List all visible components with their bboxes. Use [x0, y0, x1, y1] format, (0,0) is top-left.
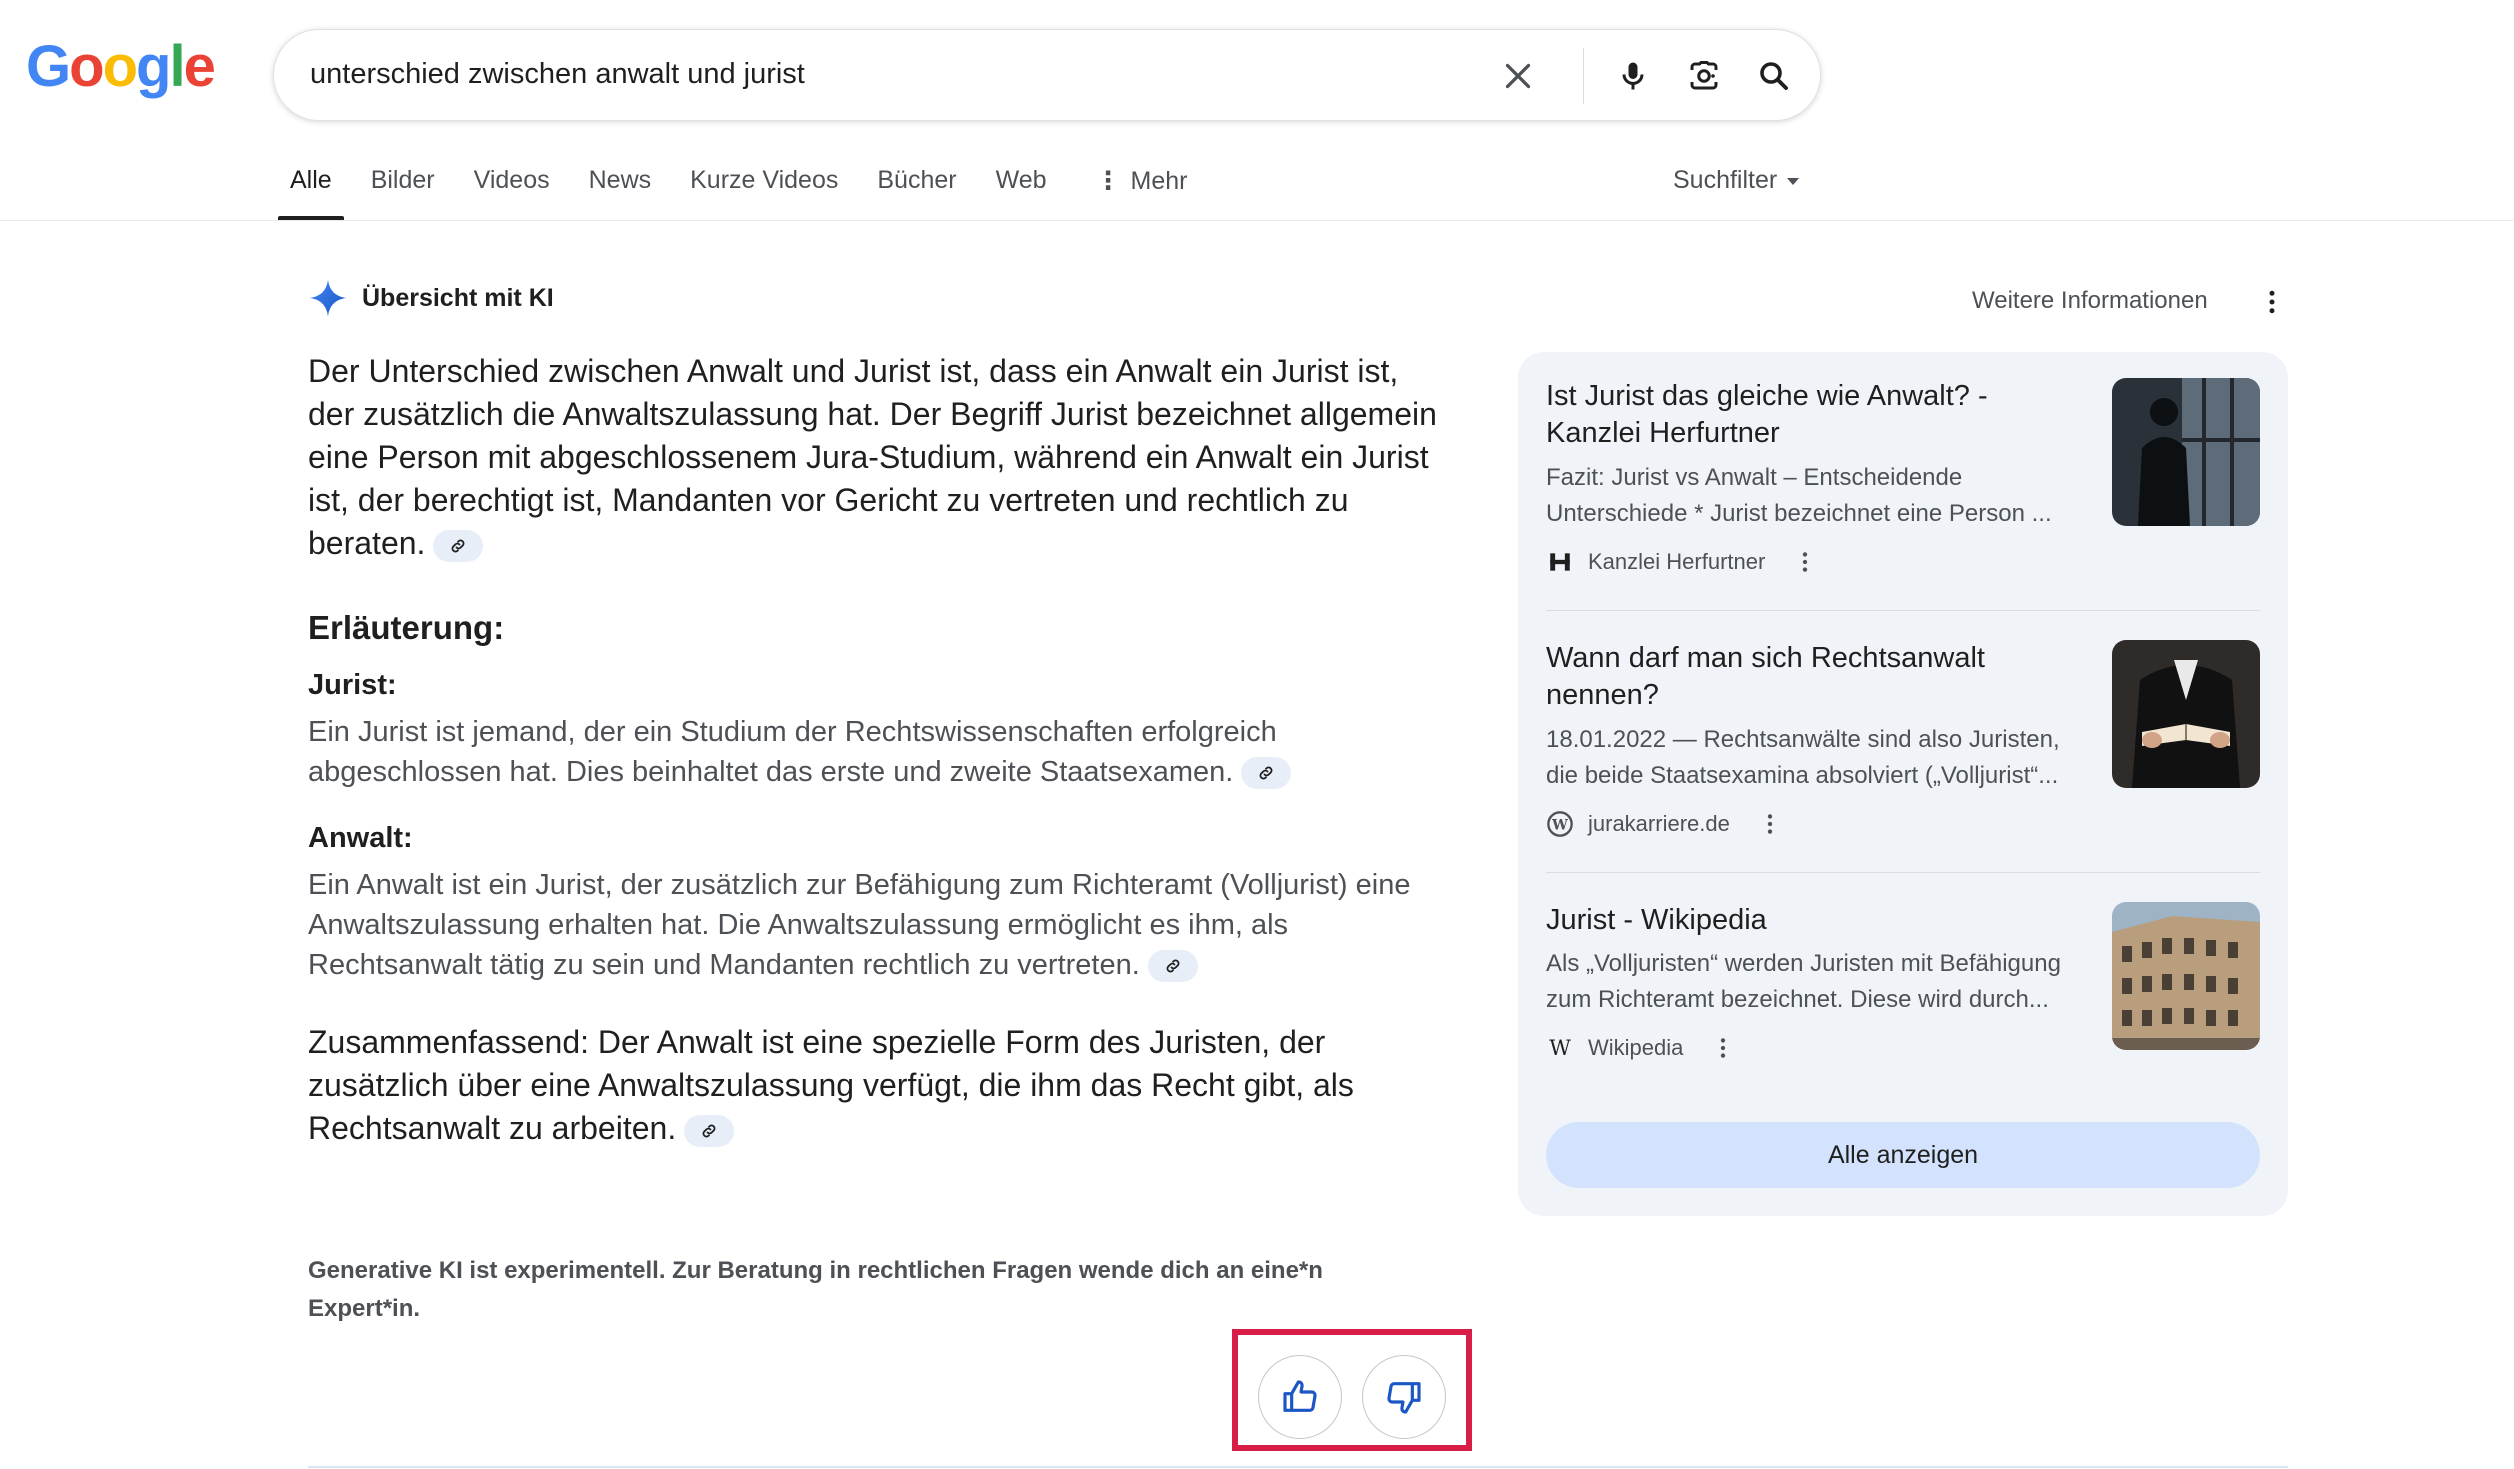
- show-all-button[interactable]: Alle anzeigen: [1546, 1122, 2260, 1188]
- more-info-link[interactable]: Weitere Informationen: [1972, 287, 2208, 315]
- source-meta: Kanzlei Herfurtner: [1546, 548, 1819, 576]
- source-thumbnail-building[interactable]: [2112, 902, 2260, 1050]
- link-icon: [1166, 959, 1180, 973]
- more-vert-icon[interactable]: [1709, 1034, 1737, 1062]
- suchfilter-label: Suchfilter: [1673, 166, 1778, 194]
- source-card[interactable]: Jurist - Wikipedia Als „Volljuristen“ we…: [1546, 902, 2260, 1102]
- source-snippet: 18.01.2022 — Rechtsanwälte sind also Jur…: [1546, 726, 2060, 789]
- sources-panel: Ist Jurist das gleiche wie Anwalt? - Kan…: [1518, 352, 2288, 1216]
- sparkle-icon: [309, 279, 347, 317]
- anwalt-heading: Anwalt:: [308, 822, 413, 854]
- ai-overview-body: Der Unterschied zwischen Anwalt und Juri…: [308, 350, 1448, 1150]
- source-divider: [1546, 610, 2260, 611]
- source-card[interactable]: Wann darf man sich Rechtsanwalt nennen? …: [1546, 640, 2260, 840]
- camera-lens-icon[interactable]: [1682, 54, 1726, 98]
- google-logo[interactable]: Google: [26, 38, 216, 96]
- header-divider: [0, 220, 2514, 221]
- search-tabs: Alle Bilder Videos News Kurze Videos Büc…: [278, 140, 1227, 220]
- clear-icon[interactable]: [1496, 54, 1540, 98]
- tab-alle[interactable]: Alle: [278, 140, 344, 220]
- ai-lead-paragraph: Der Unterschied zwischen Anwalt und Juri…: [308, 350, 1448, 565]
- link-icon: [702, 1124, 716, 1137]
- ai-lead-text: Der Unterschied zwischen Anwalt und Juri…: [308, 353, 1437, 561]
- jurist-text: Ein Jurist ist jemand, der ein Studium d…: [308, 716, 1277, 788]
- thumbs-down-icon: [1387, 1382, 1421, 1414]
- tab-buecher[interactable]: Bücher: [877, 140, 956, 220]
- more-vert-icon: ⋮: [1095, 167, 1121, 195]
- link-icon: [1259, 766, 1273, 780]
- search-icon[interactable]: [1752, 54, 1796, 98]
- svg-text:W: W: [1549, 1036, 1571, 1060]
- suchfilter-button[interactable]: Suchfilter: [1673, 166, 1800, 195]
- search-separator: [1583, 48, 1584, 104]
- source-title[interactable]: Wann darf man sich Rechtsanwalt nennen?: [1546, 640, 2086, 714]
- source-title[interactable]: Ist Jurist das gleiche wie Anwalt? - Kan…: [1546, 378, 2086, 452]
- link-icon: [452, 539, 465, 552]
- source-site: Kanzlei Herfurtner: [1588, 549, 1766, 574]
- tab-mehr-label: Mehr: [1130, 167, 1188, 195]
- tab-news[interactable]: News: [589, 140, 652, 220]
- caret-down-icon: [1787, 177, 1800, 185]
- source-link-chip[interactable]: [433, 529, 484, 562]
- ai-overview-header: Übersicht mit KI: [308, 278, 554, 318]
- tab-mehr[interactable]: ⋮ Mehr: [1096, 140, 1188, 220]
- wordpress-favicon-icon: W: [1546, 810, 1574, 838]
- source-site: Wikipedia: [1588, 1035, 1684, 1060]
- ai-disclaimer: Generative KI ist experimentell. Zur Ber…: [308, 1257, 1323, 1322]
- summary-text: Zusammenfassend: Der Anwalt ist eine spe…: [308, 1024, 1354, 1146]
- source-card[interactable]: Ist Jurist das gleiche wie Anwalt? - Kan…: [1546, 378, 2260, 578]
- thumbs-down-button[interactable]: [1362, 1355, 1446, 1439]
- anwalt-text: Ein Anwalt ist ein Jurist, der zusätzlic…: [308, 869, 1411, 981]
- source-link-chip[interactable]: [1241, 757, 1292, 790]
- search-box[interactable]: unterschied zwischen anwalt und jurist: [273, 29, 1821, 121]
- source-divider: [1546, 872, 2260, 873]
- source-snippet: Fazit: Jurist vs Anwalt – Entscheidende …: [1546, 464, 2052, 527]
- source-meta: W Wikipedia: [1546, 1034, 1737, 1062]
- summary-paragraph: Zusammenfassend: Der Anwalt ist eine spe…: [308, 1021, 1448, 1150]
- search-input[interactable]: unterschied zwischen anwalt und jurist: [310, 58, 805, 91]
- anwalt-paragraph: Ein Anwalt ist ein Jurist, der zusätzlic…: [308, 865, 1448, 985]
- tab-web[interactable]: Web: [996, 140, 1047, 220]
- thumbs-up-button[interactable]: [1258, 1355, 1342, 1439]
- explanation-heading: Erläuterung:: [308, 609, 505, 646]
- tab-videos[interactable]: Videos: [474, 140, 550, 220]
- jurist-paragraph: Ein Jurist ist jemand, der ein Studium d…: [308, 712, 1448, 792]
- source-snippet: Als „Volljuristen“ werden Juristen mit B…: [1546, 950, 2061, 1013]
- thumbs-up-icon: [1283, 1380, 1317, 1412]
- wikipedia-favicon-icon: W: [1546, 1034, 1574, 1062]
- herfurtner-favicon-icon: [1546, 548, 1574, 576]
- feedback-highlight: [1232, 1329, 1472, 1451]
- jurist-heading: Jurist:: [308, 669, 397, 701]
- source-link-chip[interactable]: [684, 1114, 735, 1147]
- source-thumbnail-lawyer-window[interactable]: [2112, 378, 2260, 526]
- tab-kurze-videos[interactable]: Kurze Videos: [690, 140, 838, 220]
- source-link-chip[interactable]: [1147, 950, 1198, 983]
- tab-bilder[interactable]: Bilder: [371, 140, 435, 220]
- ai-overview-title: Übersicht mit KI: [362, 283, 554, 312]
- section-divider: [308, 1466, 2288, 1468]
- more-vert-icon[interactable]: [1756, 810, 1784, 838]
- source-title[interactable]: Jurist - Wikipedia: [1546, 902, 2086, 939]
- more-vert-icon[interactable]: [1791, 548, 1819, 576]
- more-vert-icon[interactable]: [2254, 284, 2290, 320]
- source-meta: W jurakarriere.de: [1546, 810, 1784, 838]
- microphone-icon[interactable]: [1611, 54, 1655, 98]
- svg-text:W: W: [1551, 817, 1568, 833]
- source-site: jurakarriere.de: [1588, 811, 1730, 836]
- source-thumbnail-lawyer-book[interactable]: [2112, 640, 2260, 788]
